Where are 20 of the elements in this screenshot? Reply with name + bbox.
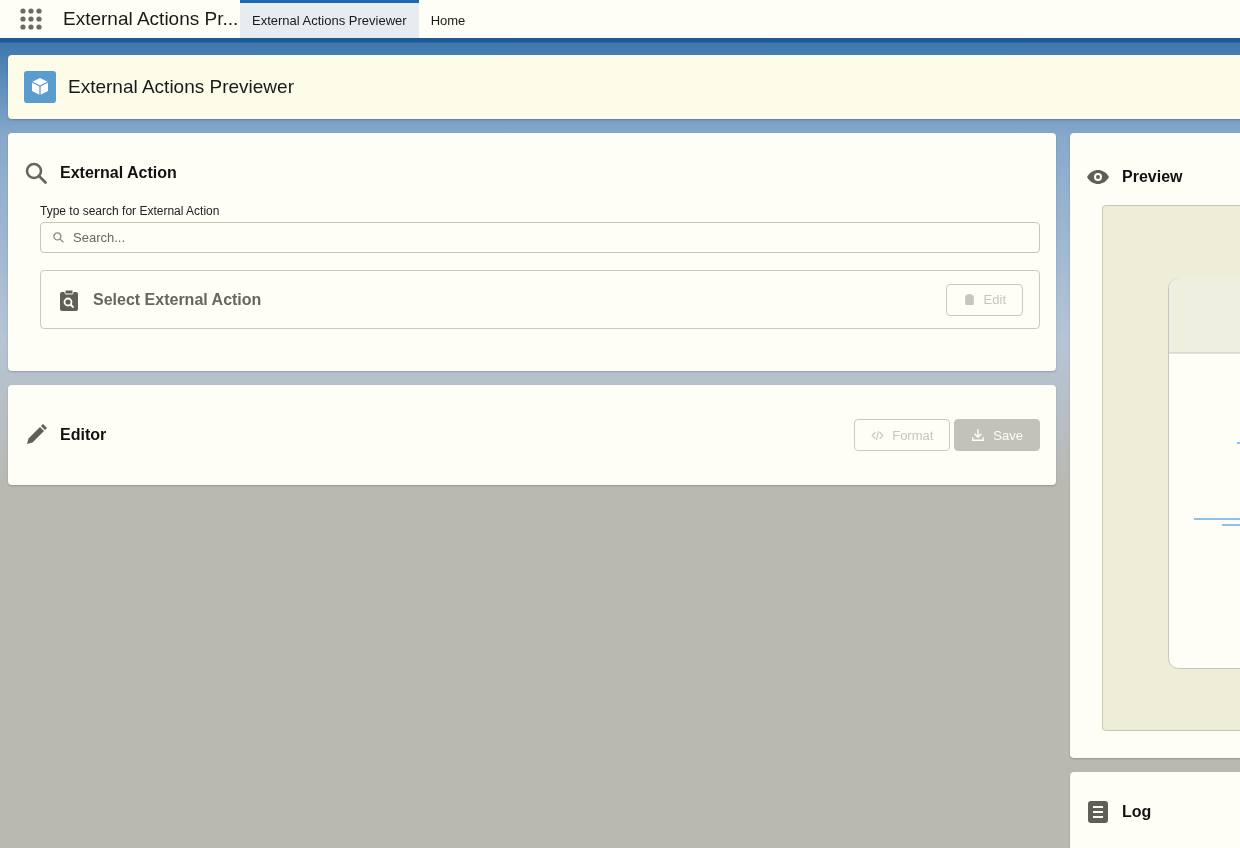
cube-icon [24, 71, 56, 103]
nav-tab[interactable]: External Actions Previewer [240, 0, 419, 38]
search-field[interactable]: Search... [40, 222, 1040, 253]
app-launcher-icon[interactable] [20, 8, 42, 30]
card-title: Log [1122, 803, 1152, 821]
field-label: Type to search for External Action [40, 204, 221, 218]
download-icon [971, 428, 986, 442]
card-title: Editor [60, 426, 107, 444]
pencil-icon [24, 423, 48, 447]
search-icon [24, 161, 48, 185]
code-icon [871, 428, 885, 442]
card-title: Preview [1122, 168, 1183, 186]
app-name: External Actions Pr... [63, 8, 238, 30]
page-title: External Actions Previewer [68, 76, 294, 98]
clipboard-search-icon [57, 287, 81, 312]
clipboard-icon [962, 293, 976, 306]
card-title: External Action [60, 164, 177, 182]
selection-title: Select External Action [93, 290, 263, 309]
nav-tab[interactable]: Home [418, 0, 478, 38]
list-icon [1086, 800, 1110, 824]
